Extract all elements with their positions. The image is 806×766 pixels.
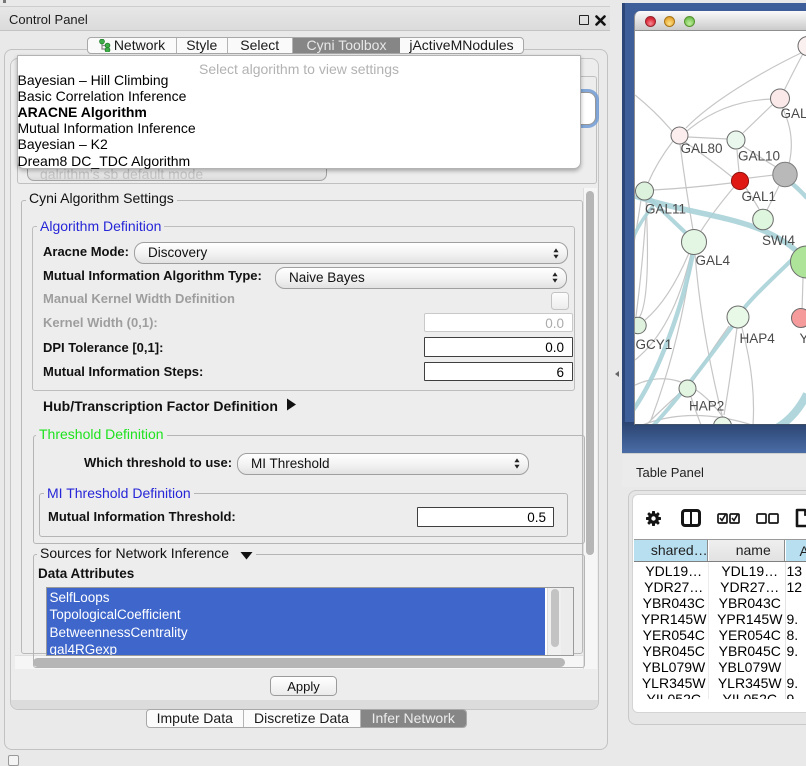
svg-text:GAL11: GAL11 [645, 202, 686, 217]
svg-text:Y: Y [800, 331, 806, 346]
svg-text:GAL80: GAL80 [681, 141, 723, 156]
svg-text:GAL1: GAL1 [742, 189, 777, 204]
svg-text:HAP4: HAP4 [740, 331, 776, 346]
svg-text:GCY1: GCY1 [636, 337, 673, 352]
svg-text:SWI4: SWI4 [762, 233, 795, 248]
svg-text:HAP2: HAP2 [689, 399, 724, 414]
svg-text:GAL8: GAL8 [781, 106, 806, 121]
svg-text:GAL4: GAL4 [696, 253, 731, 268]
svg-text:GAL10: GAL10 [738, 149, 780, 164]
